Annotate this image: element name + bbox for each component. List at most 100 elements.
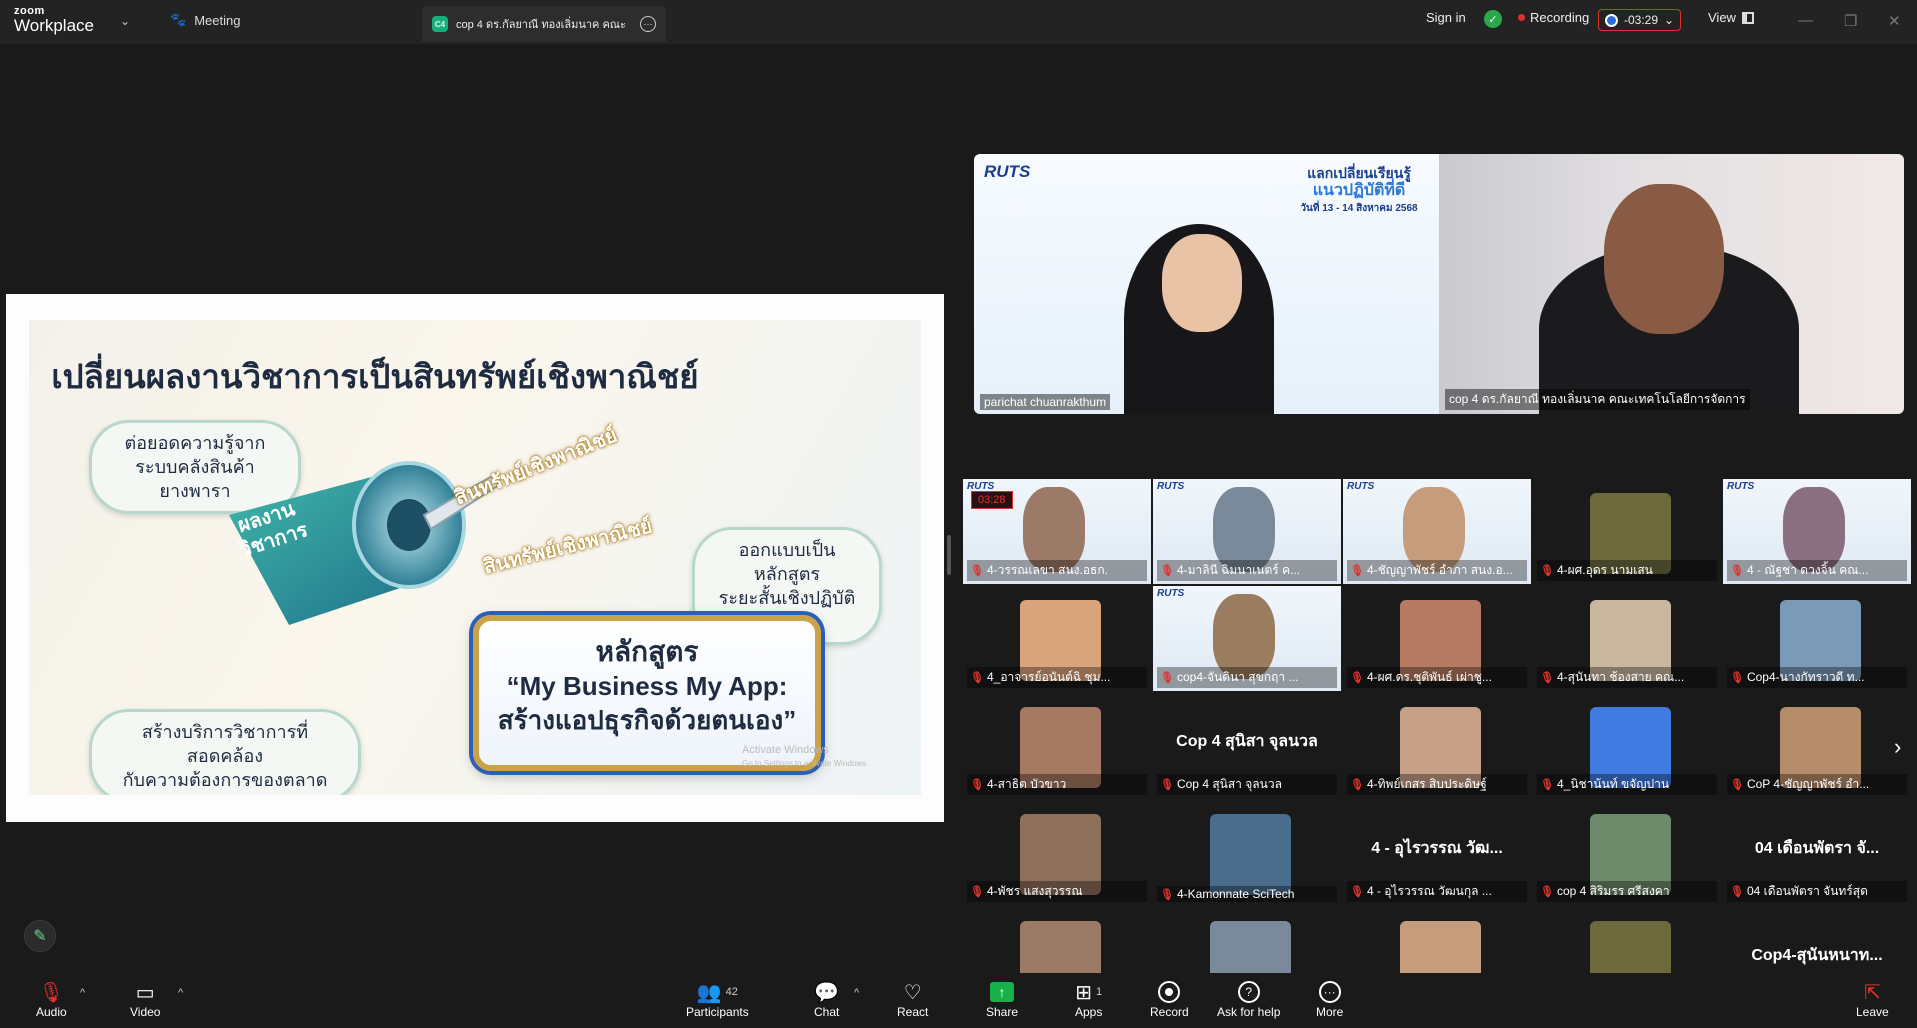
participant-name: parichat chuanrakthum	[980, 394, 1111, 410]
shield-check-icon[interactable]: ✓	[1484, 10, 1502, 28]
recording-indicator[interactable]: Recording	[1518, 10, 1589, 25]
chevron-down-icon[interactable]: ⌄	[120, 14, 130, 28]
ask-for-help-button[interactable]: ? Ask for help	[1217, 979, 1280, 1019]
participant-tile[interactable]: 🎙 4-ผศ.อุดร นามเสน	[1533, 479, 1721, 584]
record-button[interactable]: Record	[1150, 979, 1189, 1019]
participant-tile[interactable]: Cop 4 สุนิสา จุลนวล 🎙 Cop 4 สุนิสา จุลนวล	[1153, 693, 1341, 798]
participant-tile[interactable]: 🎙 4-ผศ.ดร.ชุติพันธ์ เผ่าชู...	[1343, 586, 1531, 691]
participant-tile[interactable]: RUTS 🎙 4-ชัญญาพัชร์ อำภา สนง.อ...	[1343, 479, 1531, 584]
avatar	[1210, 814, 1291, 895]
record-label: Record	[1150, 1005, 1189, 1019]
speaker-tile-left[interactable]: RUTS แลกเปลี่ยนเรียนรู้ แนวปฏิบัติที่ดี …	[974, 154, 1439, 414]
participant-tile[interactable]: 🎙 cop 4 สิริมรร ศรีสงคา	[1533, 800, 1721, 905]
view-label: View	[1708, 10, 1736, 25]
participant-tile[interactable]: 4 - อุไรวรรณ วัฒ... 🎙 4 - อุไรวรรณ วัฒนกุล…	[1343, 800, 1531, 905]
participants-label: Participants	[686, 1005, 749, 1019]
leave-label: Leave	[1856, 1005, 1889, 1019]
mic-muted-icon: 🎙	[1350, 672, 1364, 684]
participant-name: 🎙 4 - ณัฐชา ดวงจิ้น คณ...	[1727, 560, 1907, 581]
participant-tile[interactable]: 🎙 4-Kamonnate SciTech	[1153, 800, 1341, 905]
participant-tile[interactable]: 🎙 4_นิชาน้นท์ ขจัญปาน	[1533, 693, 1721, 798]
chevron-down-icon: ⌄	[1664, 13, 1675, 27]
poster-line2: แนวปฏิบัติที่ดี	[1312, 182, 1406, 199]
view-button[interactable]: View	[1708, 10, 1754, 25]
participant-tile[interactable]: 🎙 4-พัชร แสงสุวรรณ	[963, 800, 1151, 905]
participant-name: cop 4 ดร.กัลยาณี ทองเลิ่มนาค คณะเทคโนโลย…	[1445, 389, 1750, 410]
layout-icon	[1741, 11, 1754, 24]
meeting-timer[interactable]: -03:29 ⌄	[1598, 9, 1682, 31]
pill3-line2: กับความต้องการของตลาด	[122, 770, 328, 790]
split-handle[interactable]	[947, 535, 951, 575]
participant-tile[interactable]: RUTS 🎙 4-มาลินี ฉิมนาเนตร์ ค...	[1153, 479, 1341, 584]
react-button[interactable]: ♡ React	[897, 979, 928, 1020]
shared-screen: เปลี่ยนผลงานวิชาการเป็นสินทรัพย์เชิงพาณิ…	[6, 294, 944, 822]
mic-muted-icon: 🎙	[1730, 779, 1744, 791]
restore-icon[interactable]: ❐	[1844, 12, 1857, 30]
video-options-caret[interactable]: ^	[178, 987, 183, 999]
close-icon[interactable]: ✕	[1888, 12, 1901, 30]
participant-name-text: 4-ผศ.อุดร นามเสน	[1556, 563, 1653, 577]
meeting-tab[interactable]: C4 cop 4 ดร.กัลยาณี ทองเลิ่มนาค คณะ ···	[422, 6, 666, 42]
title-bar: zoom Workplace ⌄ 🐾 Meeting C4 cop 4 ดร.ก…	[0, 0, 1917, 44]
participants-icon: 👥 42	[696, 981, 738, 1004]
annotate-pencil-icon[interactable]: ✎	[24, 920, 56, 952]
chevron-right-icon[interactable]: ›	[1894, 734, 1901, 760]
audio-button[interactable]: 🎙 Audio	[36, 979, 67, 1020]
participants-button[interactable]: 👥 42 Participants	[686, 979, 749, 1020]
participant-name: 🎙 4-Kamonnate SciTech	[1157, 886, 1337, 902]
video-button[interactable]: ▭ Video	[130, 979, 161, 1020]
person-face	[1604, 184, 1724, 334]
minimize-icon[interactable]: —	[1798, 12, 1813, 29]
mic-muted-icon: 🎙	[1540, 565, 1554, 577]
timer-value: -03:29	[1624, 13, 1659, 27]
pill2-line1: ออกแบบเป็นหลักสูตร	[738, 540, 836, 584]
participant-tile[interactable]: 🎙 4-ทิพย์เกสร สิบประดิษฐ์	[1343, 693, 1531, 798]
slide-title: เปลี่ยนผลงานวิชาการเป็นสินทรัพย์เชิงพาณิ…	[51, 358, 699, 395]
participant-name-text: CoP 4-ชัญญาพัชร์ อำ...	[1746, 777, 1870, 791]
participant-tile[interactable]: RUTS 03:28 🎙 4-วรรณเลขา สนง.อธก.	[963, 479, 1151, 584]
participant-tile[interactable]: 🎙 CoP 4-ชัญญาพัชร์ อำ...	[1723, 693, 1911, 798]
participant-tile[interactable]: 🎙 Cop4-นางกัทราวดี ท...	[1723, 586, 1911, 691]
share-screen-icon: ↑	[990, 979, 1015, 1005]
participant-tile[interactable]: RUTS 🎙 4 - ณัฐชา ดวงจิ้น คณ...	[1723, 479, 1911, 584]
share-button[interactable]: ↑ Share	[986, 979, 1018, 1019]
brand-workplace: Workplace	[14, 16, 94, 35]
participant-name-text: 4-วรรณเลขา สนง.อธก.	[986, 563, 1108, 577]
meeting-label: Meeting	[194, 12, 241, 28]
participant-name: 🎙 cop4-จันดินา สุขกฤา ...	[1157, 667, 1337, 688]
sign-in-button[interactable]: Sign in	[1426, 10, 1466, 25]
meeting-button[interactable]: 🐾 Meeting	[170, 12, 240, 28]
course-box-line1: หลักสูตร	[595, 636, 699, 667]
participant-tile[interactable]: 🎙 4-สุนันทา ช้องสาย คณ...	[1533, 586, 1721, 691]
video-label: Video	[130, 1005, 161, 1019]
chat-button[interactable]: 💬 Chat	[814, 979, 839, 1020]
participant-display-name: Cop4-สุนันหนาท...	[1751, 947, 1883, 964]
more-button[interactable]: ··· More	[1316, 979, 1343, 1019]
ruts-logo: RUTS	[1157, 588, 1185, 599]
participant-name: 🎙 4-วรรณเลขา สนง.อธก.	[967, 560, 1147, 581]
participant-tile[interactable]: RUTS 🎙 cop4-จันดินา สุขกฤา ...	[1153, 586, 1341, 691]
mic-muted-icon: 🎙	[1730, 886, 1744, 898]
participant-name-text: 4-Kamonnate SciTech	[1176, 887, 1295, 901]
apps-button[interactable]: ⊞ 1 Apps	[1075, 979, 1102, 1020]
participant-name-text: 4-ทิพย์เกสร สิบประดิษฐ์	[1366, 777, 1487, 791]
tab-badge: C4	[432, 16, 448, 32]
speaker-tile-right[interactable]: cop 4 ดร.กัลยาณี ทองเลิ่มนาค คณะเทคโนโลย…	[1439, 154, 1904, 414]
audio-options-caret[interactable]: ^	[80, 987, 85, 999]
participant-tile[interactable]: 🎙 4-สาธิต บัวขาว	[963, 693, 1151, 798]
course-box-line3: สร้างแอปธุรกิจด้วยตนเอง”	[497, 705, 797, 735]
mic-muted-icon: 🎙	[970, 886, 984, 898]
activate-line2: Go to Settings to activate Windows.	[742, 759, 869, 768]
participant-name-text: 4 - อุไรวรรณ วัฒนกุล ...	[1366, 884, 1492, 898]
chat-options-caret[interactable]: ^	[854, 987, 859, 999]
participant-name: 🎙 Cop4-นางกัทราวดี ท...	[1727, 667, 1907, 688]
leave-icon: ⇱	[1863, 981, 1881, 1004]
mic-muted-icon: 🎙	[1350, 779, 1364, 791]
record-dot-icon	[1518, 14, 1525, 21]
participant-tile[interactable]: 04 เดือนพัตรา จั... 🎙 04 เดือนพัตรา จันทร์…	[1723, 800, 1911, 905]
participant-tile[interactable]: 🎙 4_อาจารย์อนันต์ฉิ ชุม...	[963, 586, 1151, 691]
zoom-workplace-logo: zoom Workplace	[14, 6, 94, 35]
participant-name-text: Cop 4 สุนิสา จุลนวล	[1176, 777, 1282, 791]
leave-button[interactable]: ⇱ Leave	[1856, 979, 1889, 1020]
more-icon[interactable]: ···	[640, 16, 656, 32]
